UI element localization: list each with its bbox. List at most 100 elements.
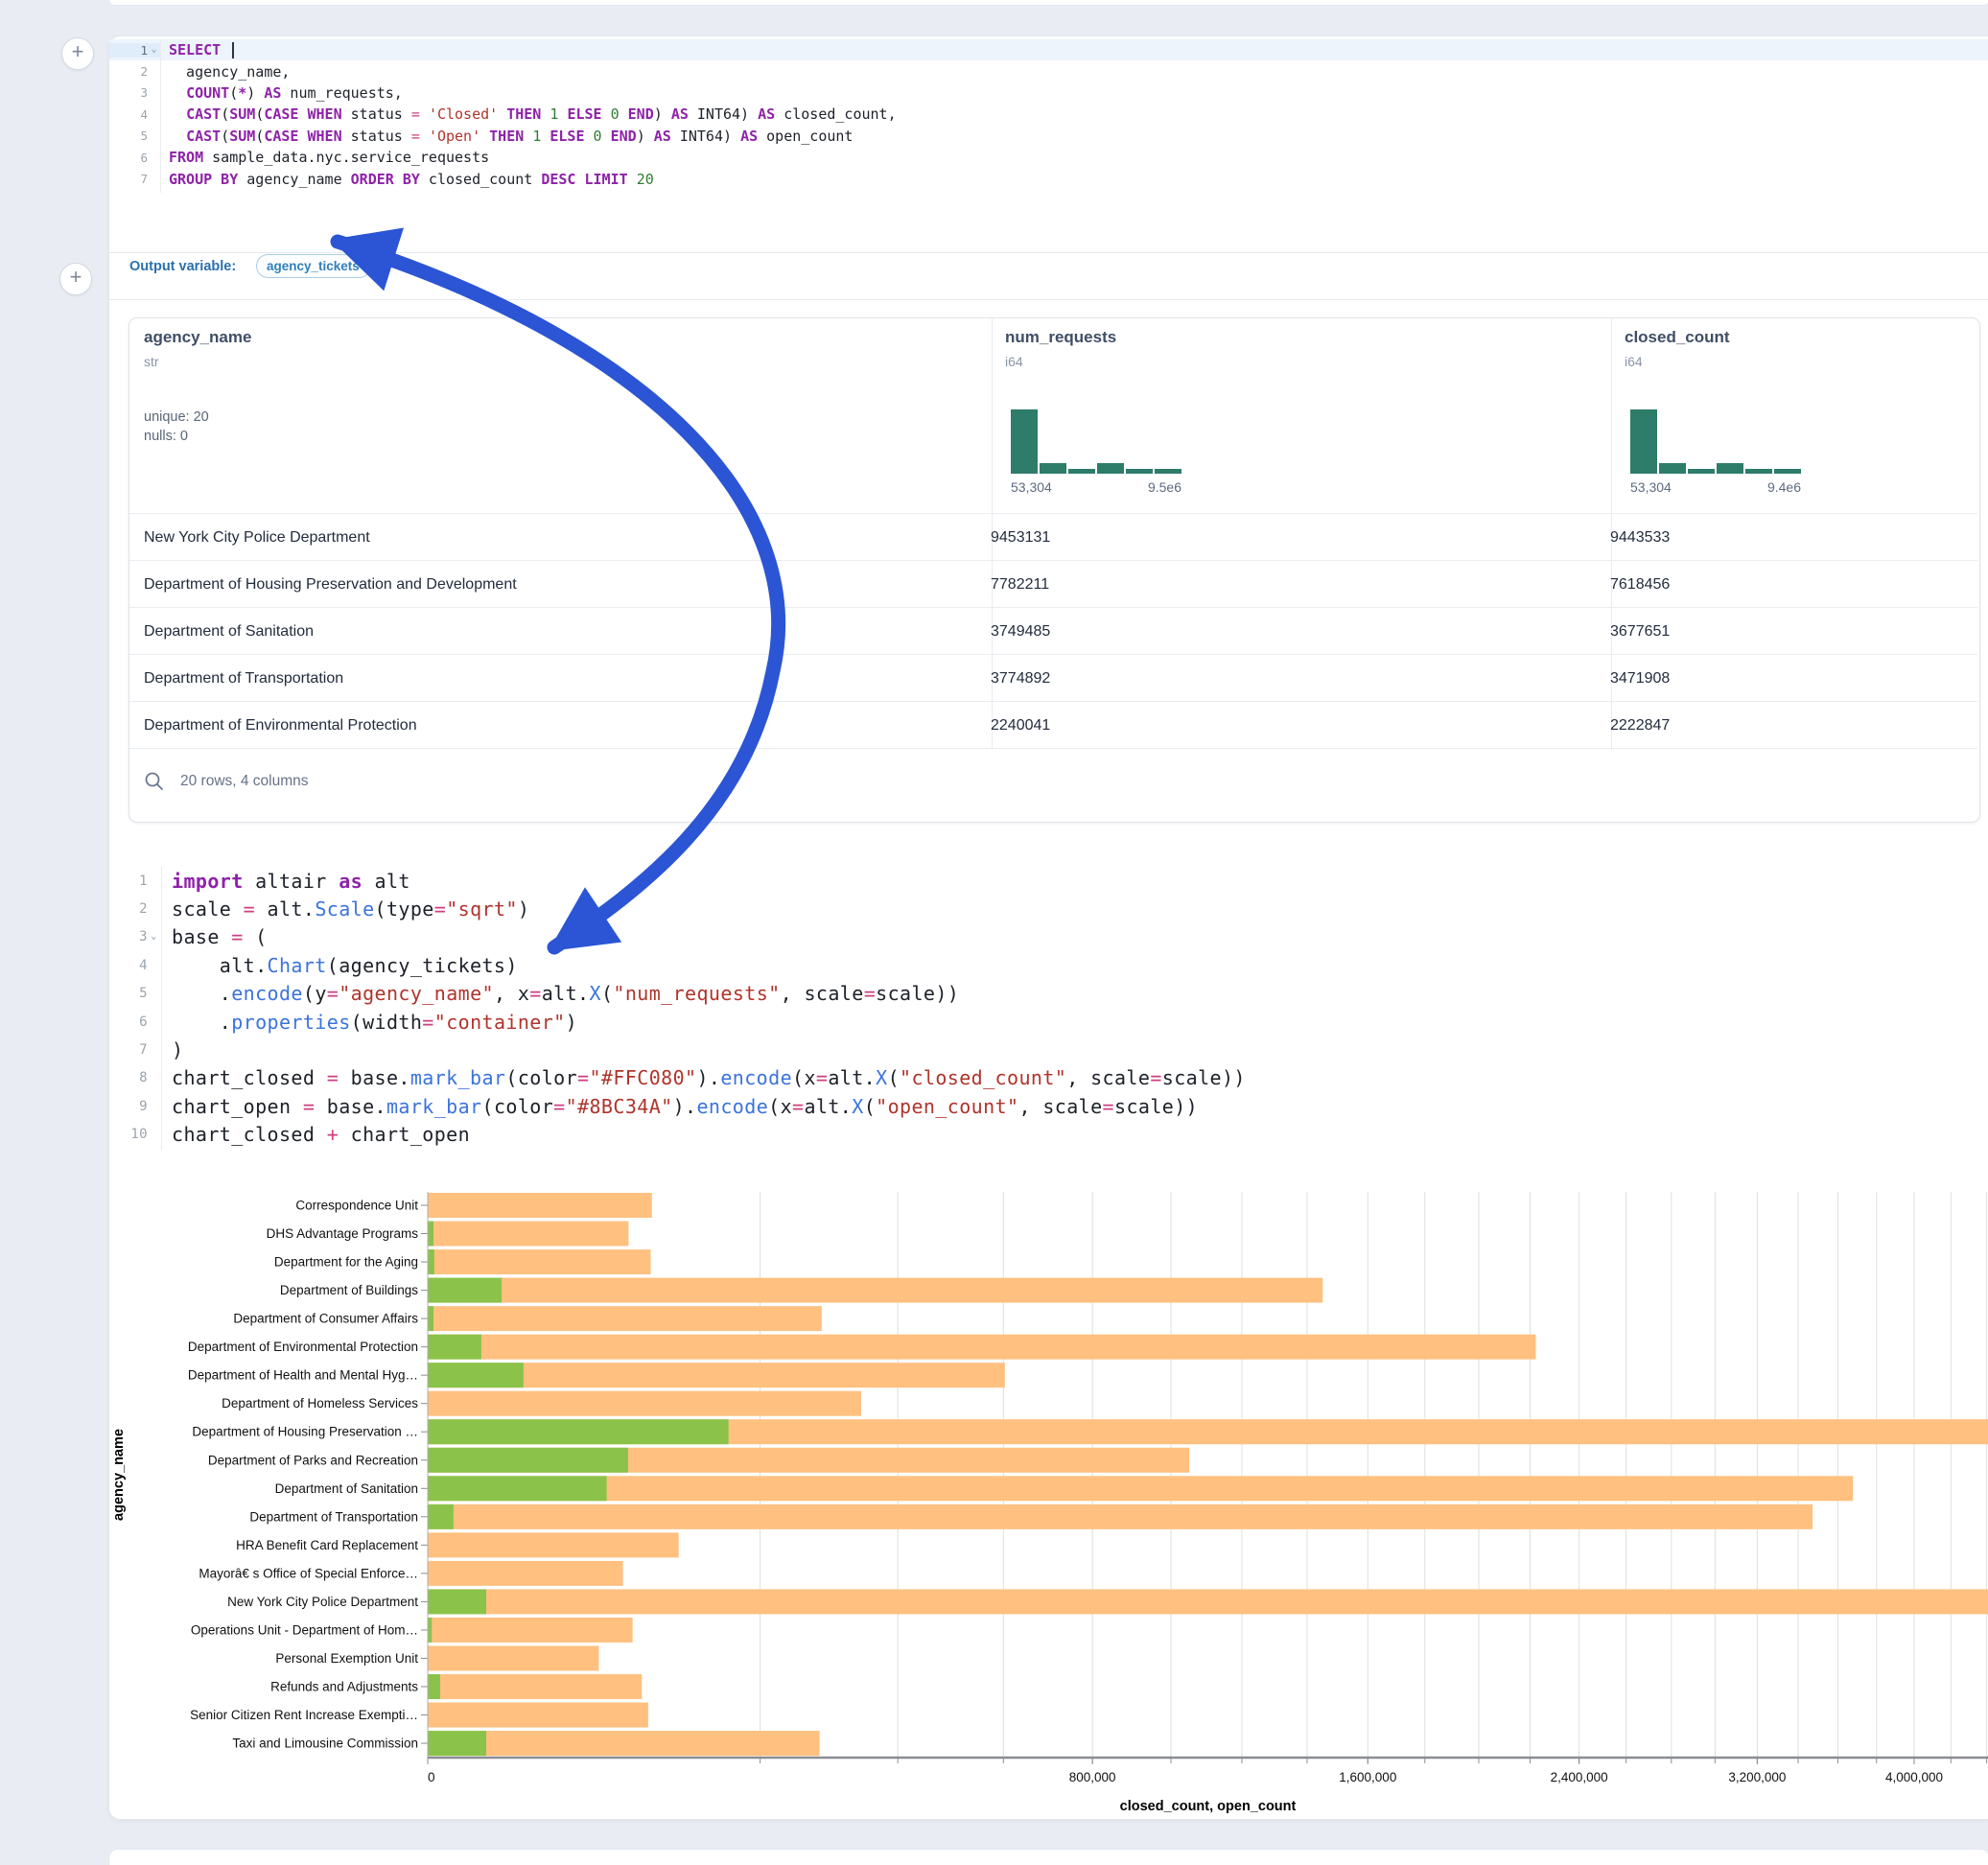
column-name: num_requests	[1005, 328, 1116, 347]
add-cell-button-middle[interactable]: +	[59, 263, 92, 295]
add-cell-button-top[interactable]: +	[61, 37, 94, 70]
output-variable-pill[interactable]: agency_tickets	[256, 254, 371, 278]
code-line[interactable]: 4⌄ CAST(SUM(CASE WHEN status = 'Closed' …	[109, 104, 1988, 125]
column-type: i64	[1005, 354, 1116, 369]
histogram-max-label: 9.5e6	[1148, 479, 1181, 495]
line-number: 5⌄	[109, 986, 160, 1001]
cell-closed-count: 9443533	[1597, 529, 1670, 547]
code-line[interactable]: 2⌄ agency_name,	[109, 60, 1988, 82]
line-number: 5⌄	[109, 128, 160, 143]
code-line[interactable]: 7⌄GROUP BY agency_name ORDER BY closed_c…	[109, 168, 1988, 189]
bar-open-count	[428, 1335, 481, 1360]
bar-closed-count	[428, 1222, 628, 1247]
histogram-bar	[1774, 469, 1801, 474]
bar-closed-count	[428, 1589, 1988, 1614]
histogram-bar	[1097, 463, 1124, 474]
code-line[interactable]: 6⌄FROM sample_data.nyc.service_requests	[109, 147, 1988, 168]
column-header[interactable]: agency_namestrunique: 20nulls: 0	[144, 328, 251, 444]
table-row: Department of Sanitation37494853677651	[129, 607, 1977, 655]
code-line[interactable]: 8⌄chart_closed = base.mark_bar(color="#F…	[109, 1064, 1988, 1092]
altair-bar-chart: Correspondence UnitDHS Advantage Program…	[0, 1189, 1988, 1841]
divider	[109, 252, 1988, 253]
code-line[interactable]: 10⌄chart_closed + chart_open	[109, 1121, 1988, 1149]
line-number: 10⌄	[109, 1127, 160, 1142]
fold-chevron-icon[interactable]: ⌄	[148, 931, 160, 942]
line-number: 1⌄	[109, 874, 160, 889]
code-line[interactable]: 7⌄)	[109, 1036, 1988, 1063]
notebook-page: { "colors": { "page_bg": "#e9edf3", "arr…	[0, 0, 1988, 1864]
line-number: 1⌄	[109, 43, 160, 58]
code-text: agency_name,	[160, 63, 290, 81]
sql-code-editor[interactable]: 1⌄SELECT 2⌄ agency_name,3⌄ COUNT(*) AS n…	[109, 39, 1988, 190]
x-axis-label: 4,000,000	[1885, 1770, 1943, 1784]
code-line[interactable]: 6⌄ .properties(width="container")	[109, 1008, 1988, 1036]
column-type: i64	[1625, 354, 1730, 369]
bar-closed-count	[428, 1193, 652, 1218]
y-axis-label: Department for the Aging	[274, 1255, 418, 1270]
code-text: chart_closed = base.mark_bar(color="#FFC…	[160, 1066, 1246, 1089]
y-axis-label: DHS Advantage Programs	[267, 1226, 419, 1241]
fold-chevron-icon[interactable]: ⌄	[148, 44, 160, 55]
bar-open-count	[428, 1278, 502, 1303]
code-line[interactable]: 9⌄chart_open = base.mark_bar(color="#8BC…	[109, 1092, 1988, 1120]
y-axis-label: Senior Citizen Rent Increase Exempti…	[190, 1708, 418, 1722]
bar-open-count	[428, 1674, 440, 1699]
search-icon[interactable]	[144, 771, 165, 792]
bar-closed-count	[428, 1703, 648, 1728]
histogram-min-label: 53,304	[1011, 479, 1052, 495]
cell-agency-name: Department of Sanitation	[129, 623, 977, 641]
y-axis-label: HRA Benefit Card Replacement	[236, 1538, 418, 1552]
histogram-bar	[1745, 469, 1772, 474]
histogram-range-labels: 53,3049.4e6	[1630, 479, 1801, 495]
cell-agency-name: Department of Transportation	[129, 670, 977, 688]
code-line[interactable]: 1⌄SELECT	[109, 39, 1988, 60]
y-axis-label: Department of Health and Mental Hyg…	[188, 1368, 418, 1383]
column-type: str	[144, 354, 251, 369]
table-row: Department of Transportation377489234719…	[129, 654, 1977, 702]
result-table: agency_namestrunique: 20nulls: 053,3049.…	[129, 317, 1980, 823]
table-footer: 20 rows, 4 columns	[144, 762, 719, 801]
y-axis-label: Department of Consumer Affairs	[233, 1312, 418, 1326]
x-axis-label: 2,400,000	[1551, 1770, 1608, 1784]
code-line[interactable]: 4⌄ alt.Chart(agency_tickets)	[109, 951, 1988, 979]
histogram-bar	[1126, 469, 1153, 474]
bar-closed-count	[428, 1731, 820, 1756]
bar-open-count	[428, 1476, 607, 1501]
histogram-bar	[1659, 463, 1686, 474]
histogram-bar	[1068, 469, 1095, 474]
bar-closed-count	[428, 1532, 679, 1557]
code-line[interactable]: 3⌄ COUNT(*) AS num_requests,	[109, 82, 1988, 104]
code-text: chart_open = base.mark_bar(color="#8BC34…	[160, 1095, 1198, 1118]
cell-agency-name: New York City Police Department	[129, 529, 977, 547]
code-text: GROUP BY agency_name ORDER BY closed_cou…	[160, 171, 654, 188]
bar-closed-count	[428, 1618, 633, 1643]
code-line[interactable]: 5⌄ .encode(y="agency_name", x=alt.X("num…	[109, 980, 1988, 1008]
x-axis-label: 800,000	[1069, 1770, 1116, 1784]
line-number: 3⌄	[109, 929, 160, 944]
code-line[interactable]: 2⌄scale = alt.Scale(type="sqrt")	[109, 895, 1988, 922]
code-line[interactable]: 1⌄import altair as alt	[109, 867, 1988, 895]
table-row: Department of Environmental Protection22…	[129, 701, 1977, 749]
code-text: import altair as alt	[160, 870, 410, 893]
divider	[109, 299, 1988, 300]
y-axis-label: Department of Homeless Services	[222, 1396, 418, 1410]
histogram-min-label: 53,304	[1630, 479, 1672, 495]
bar-closed-count	[428, 1306, 822, 1331]
code-line[interactable]: 5⌄ CAST(SUM(CASE WHEN status = 'Open' TH…	[109, 126, 1988, 147]
y-axis-label: Refunds and Adjustments	[270, 1680, 418, 1694]
code-line[interactable]: 3⌄base = (	[109, 923, 1988, 951]
histogram-range-labels: 53,304 9.5e6	[1011, 479, 1181, 495]
column-header[interactable]: num_requests i64	[1005, 328, 1116, 369]
python-gutter-divider	[161, 867, 162, 1151]
y-axis-title: agency_name	[111, 1429, 127, 1521]
code-text: COUNT(*) AS num_requests,	[160, 84, 403, 102]
column-header[interactable]: closed_counti64	[1625, 328, 1730, 369]
bar-open-count	[428, 1306, 433, 1331]
line-number: 6⌄	[109, 151, 160, 165]
x-axis-title: closed_count, open_count	[1120, 1799, 1297, 1814]
line-number: 7⌄	[109, 172, 160, 186]
column-histogram	[1011, 409, 1181, 474]
code-text: SELECT	[160, 41, 234, 58]
python-code-editor[interactable]: 1⌄import altair as alt2⌄scale = alt.Scal…	[109, 867, 1988, 1149]
bar-open-count	[428, 1504, 454, 1529]
